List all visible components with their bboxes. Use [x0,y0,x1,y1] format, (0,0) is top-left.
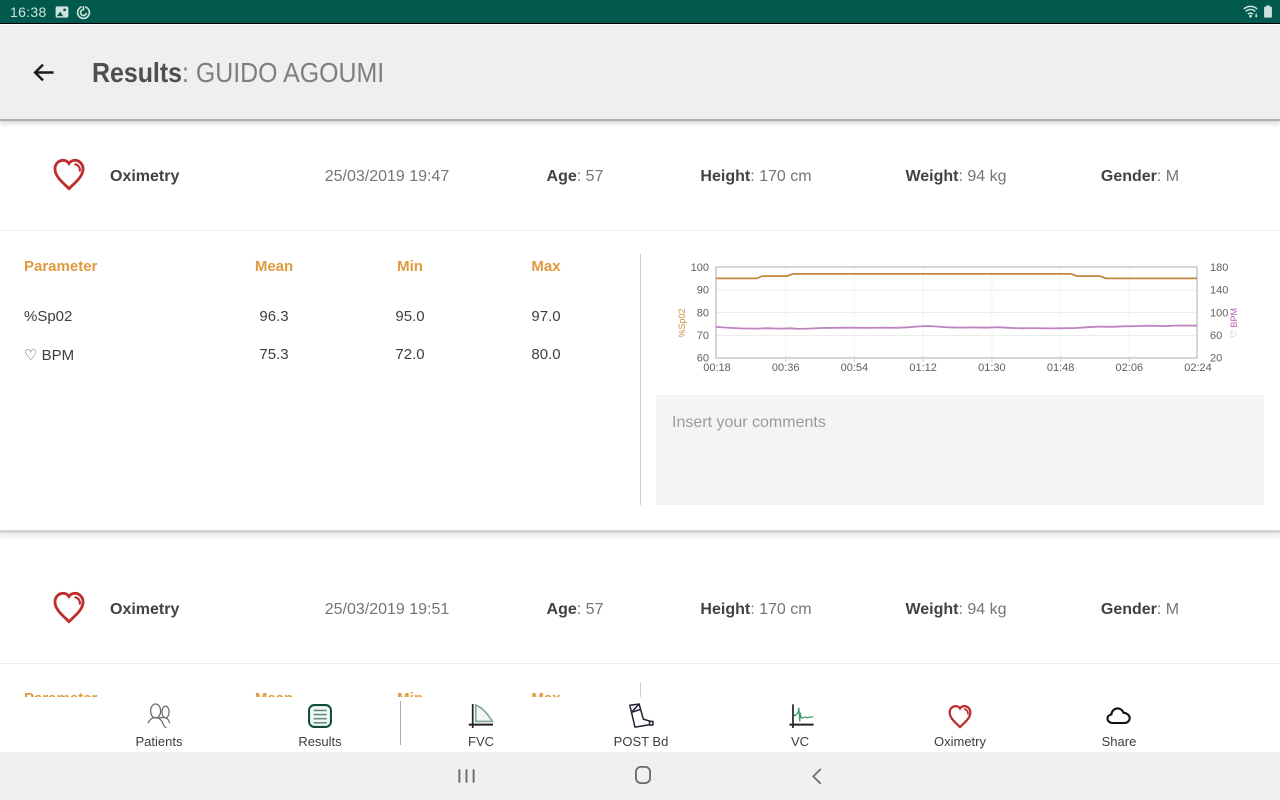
svg-text:02:06: 02:06 [1116,362,1144,374]
svg-text:02:24: 02:24 [1184,362,1212,374]
svg-text:140: 140 [1210,285,1228,297]
svg-text:90: 90 [697,285,709,297]
svg-text:01:12: 01:12 [909,362,937,374]
svg-text:20: 20 [1210,353,1222,365]
svg-text:80: 80 [697,308,709,320]
svg-text:01:30: 01:30 [978,362,1006,374]
svg-text:00:18: 00:18 [703,362,731,374]
svg-text:00:36: 00:36 [772,362,800,374]
svg-text:70: 70 [697,330,709,342]
svg-text:00:54: 00:54 [841,362,869,374]
svg-text:180: 180 [1210,262,1228,274]
svg-text:100: 100 [691,262,709,274]
svg-text:♡ BPM: ♡ BPM [1229,308,1239,338]
svg-text:60: 60 [1210,330,1222,342]
svg-text:%Sp02: %Sp02 [677,308,687,337]
svg-text:100: 100 [1210,308,1228,320]
svg-text:01:48: 01:48 [1047,362,1075,374]
